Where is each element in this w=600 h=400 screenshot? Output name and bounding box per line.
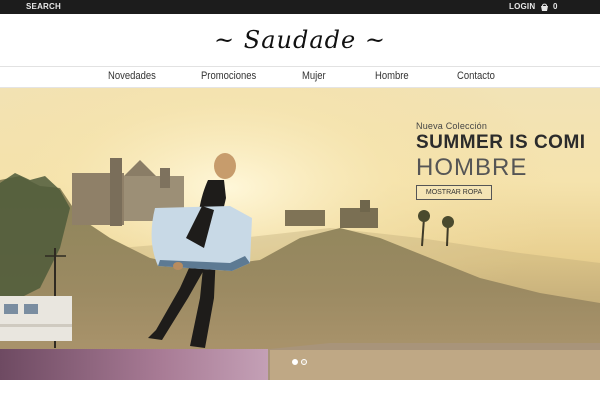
nav-item-novedades[interactable]: Novedades bbox=[108, 70, 156, 82]
nav-item-contacto[interactable]: Contacto bbox=[457, 70, 495, 82]
login-link[interactable]: LOGIN bbox=[509, 2, 535, 11]
site-logo[interactable]: ~ Saudade ~ bbox=[0, 26, 600, 54]
show-clothes-button[interactable]: MOSTRAR ROPA bbox=[416, 185, 492, 200]
slider-pagination bbox=[292, 359, 307, 365]
brand-header: ~ Saudade ~ bbox=[0, 14, 600, 67]
shopping-bag-icon bbox=[541, 3, 548, 11]
slide-dot-1[interactable] bbox=[292, 359, 298, 365]
hero-title: SUMMER IS COMI bbox=[416, 132, 586, 153]
page-bottom-area bbox=[0, 380, 600, 400]
nav-item-promociones[interactable]: Promociones bbox=[201, 70, 256, 82]
hero-subtitle: Nueva Colección bbox=[416, 121, 488, 131]
next-section-image bbox=[0, 349, 268, 380]
nav-item-hombre[interactable]: Hombre bbox=[375, 70, 409, 82]
slide-dot-2[interactable] bbox=[301, 359, 307, 365]
cart-button[interactable]: 0 bbox=[540, 2, 558, 11]
hero-title-secondary: HOMBRE bbox=[416, 154, 528, 181]
cart-count: 0 bbox=[553, 2, 558, 11]
nav-item-mujer[interactable]: Mujer bbox=[302, 70, 326, 82]
search-link[interactable]: SEARCH bbox=[26, 2, 61, 11]
main-navigation: Novedades Promociones Mujer Hombre Conta… bbox=[0, 67, 600, 88]
top-utility-bar: SEARCH LOGIN 0 bbox=[0, 0, 600, 14]
